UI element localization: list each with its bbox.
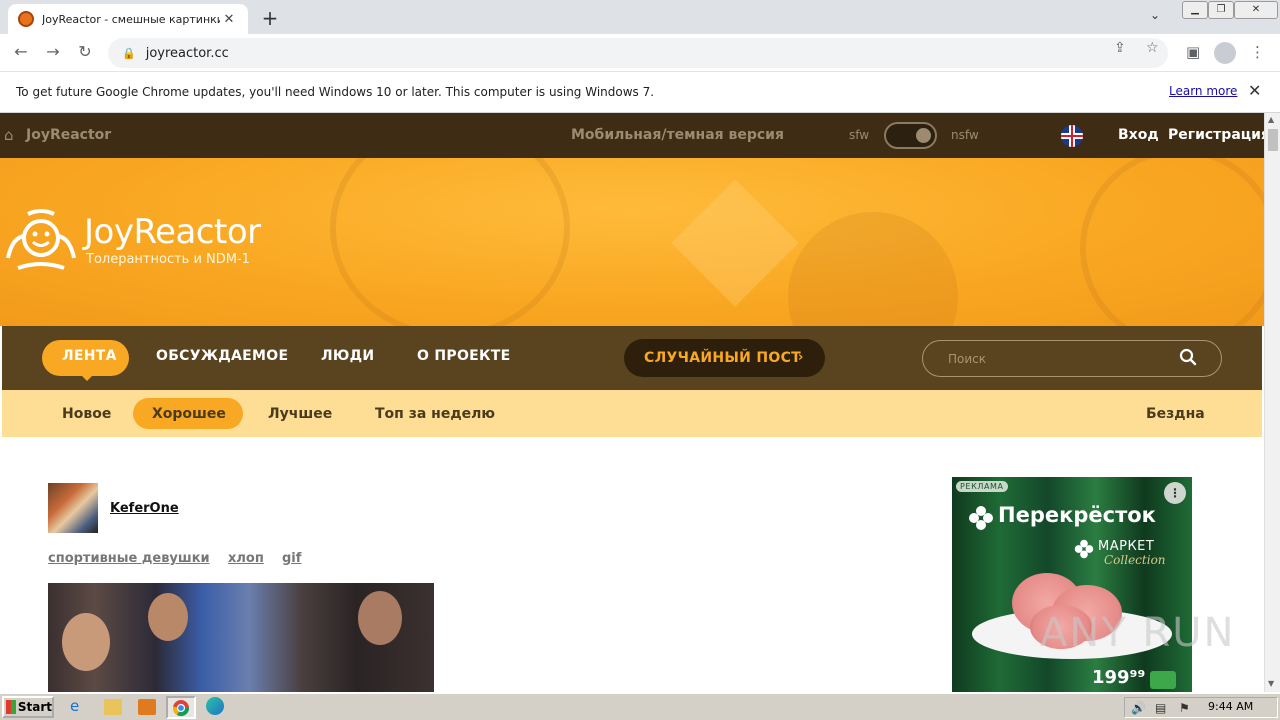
search-icon[interactable] (1179, 348, 1197, 366)
post-author-link[interactable]: KeferOne (110, 501, 179, 516)
register-link[interactable]: Регистрация (1168, 127, 1264, 143)
reload-icon[interactable]: ↻ (74, 42, 96, 61)
edge-icon[interactable] (206, 697, 224, 715)
anyrun-watermark: ANY RUN (1040, 610, 1236, 656)
minimize-window-button[interactable]: ▁ (1182, 1, 1208, 19)
sfw-label: sfw (849, 128, 870, 142)
start-label: Start (17, 700, 52, 714)
main-navigation: ЛЕНТА ОБСУЖДАЕМОЕ ЛЮДИ О ПРОЕКТЕ СЛУЧАЙН… (2, 326, 1262, 390)
learn-more-link[interactable]: Learn more (1169, 84, 1237, 98)
bookmark-star-icon[interactable]: ☆ (1146, 40, 1159, 56)
background-smiley-icon (330, 158, 570, 326)
background-radiation-icon (788, 212, 958, 326)
file-explorer-icon[interactable] (104, 699, 122, 715)
browser-tab[interactable]: JoyReactor - смешные картинки и ✕ (8, 4, 248, 34)
volume-icon[interactable]: 🔊 (1131, 701, 1146, 715)
site-header-banner: JoyReactor Толерантность и NDM-1 (0, 158, 1264, 326)
nav-discussed[interactable]: ОБСУЖДАЕМОЕ (156, 348, 288, 364)
advertisement-banner[interactable]: РЕКЛАМА ⋮ Перекрёсток МАРКЕТ Collection … (952, 477, 1192, 692)
address-bar[interactable]: 🔒 joyreactor.cc (108, 38, 1168, 68)
url-text[interactable]: joyreactor.cc (146, 46, 229, 61)
home-icon[interactable]: ⌂ (4, 126, 14, 144)
sub-navigation: Новое Хорошее Лучшее Топ за неделю Бездн… (2, 390, 1262, 437)
subnav-new[interactable]: Новое (62, 406, 111, 422)
chevron-right-icon[interactable]: › (798, 350, 803, 365)
infobar-close-icon[interactable]: ✕ (1248, 81, 1261, 100)
web-page: ⌂ JoyReactor Мобильная/темная версия sfw… (0, 113, 1264, 692)
windows-logo-icon (6, 700, 16, 714)
taskbar-clock[interactable]: 9:44 AM (1208, 700, 1253, 713)
browser-toolbar: ← → ↻ 🔒 joyreactor.cc ⇪ ☆ ▣ ⋮ (0, 34, 1280, 72)
subnav-top-week[interactable]: Топ за неделю (375, 406, 495, 422)
post-tag-sport-girls[interactable]: спортивные девушки (48, 551, 210, 566)
subnav-good[interactable]: Хорошее (152, 406, 226, 422)
nav-feed[interactable]: ЛЕНТА (62, 348, 117, 364)
ad-collection-text: Collection (1104, 553, 1166, 567)
forward-arrow-icon[interactable]: → (42, 42, 64, 61)
ad-brand-name: Перекрёсток (998, 503, 1156, 527)
nav-about[interactable]: О ПРОЕКТЕ (417, 348, 510, 364)
profile-avatar-icon[interactable] (1214, 42, 1236, 64)
site-logo-title[interactable]: JoyReactor (84, 212, 261, 252)
site-top-bar: ⌂ JoyReactor Мобильная/темная версия sfw… (0, 113, 1264, 158)
media-player-icon[interactable] (138, 699, 156, 715)
windows-taskbar: Start e 🔊 ▤ ⚑ 9:44 AM (0, 692, 1280, 720)
share-icon[interactable]: ⇪ (1114, 40, 1126, 56)
uk-flag-icon[interactable] (1061, 125, 1083, 147)
network-icon[interactable]: ▤ (1155, 701, 1166, 715)
login-link[interactable]: Вход (1118, 127, 1159, 143)
browser-tab-strip: JoyReactor - смешные картинки и ✕ + ⌄ ▁ … (0, 0, 1280, 34)
back-arrow-icon[interactable]: ← (10, 42, 32, 61)
tab-title: JoyReactor - смешные картинки и (42, 12, 220, 26)
update-infobar: To get future Google Chrome updates, you… (0, 72, 1280, 113)
background-troll-face-icon (1080, 158, 1264, 326)
joyreactor-favicon-icon (18, 11, 34, 27)
side-panel-icon[interactable]: ▣ (1186, 43, 1200, 61)
chrome-icon (172, 700, 190, 717)
chrome-taskbar-button[interactable] (166, 696, 196, 719)
market-clover-icon (1074, 539, 1094, 559)
avatar[interactable] (48, 483, 98, 533)
ad-options-icon[interactable]: ⋮ (1164, 482, 1186, 504)
scrollbar-thumb[interactable] (1268, 129, 1278, 151)
random-post-label[interactable]: СЛУЧАЙНЫЙ ПОСТ (644, 350, 801, 366)
kebab-menu-icon[interactable]: ⋮ (1250, 43, 1265, 61)
perekrestok-clover-icon (969, 506, 993, 530)
background-diamond-shape (671, 179, 799, 307)
subnav-best[interactable]: Лучшее (268, 406, 332, 422)
subnav-abyss[interactable]: Бездна (1146, 406, 1205, 422)
new-tab-button[interactable]: + (258, 6, 282, 30)
post-tag-clap[interactable]: хлоп (228, 551, 264, 566)
start-button[interactable]: Start (2, 696, 54, 718)
tab-close-icon[interactable]: ✕ (220, 12, 238, 27)
ad-label: РЕКЛАМА (956, 481, 1008, 492)
system-tray: 🔊 ▤ ⚑ (1124, 697, 1278, 718)
ad-product-badge (1150, 671, 1176, 689)
restore-window-button[interactable]: ❐ (1208, 1, 1234, 19)
scroll-down-arrow-icon[interactable]: ▼ (1268, 679, 1274, 688)
sfw-nsfw-toggle[interactable] (884, 122, 937, 149)
search-input[interactable] (948, 350, 1168, 368)
post-tag-gif[interactable]: gif (282, 551, 301, 566)
tab-search-chevron-icon[interactable]: ⌄ (1150, 8, 1160, 22)
biohazard-smiley-logo-icon[interactable] (4, 208, 78, 274)
lock-icon[interactable]: 🔒 (122, 47, 136, 60)
post-gif-image[interactable] (48, 583, 434, 692)
ad-price: 199⁹⁹ (1092, 667, 1146, 688)
site-tagline: Толерантность и NDM-1 (86, 252, 250, 267)
nsfw-label: nsfw (951, 128, 979, 142)
action-center-flag-icon[interactable]: ⚑ (1179, 701, 1190, 715)
page-scrollbar[interactable]: ▲ ▼ (1264, 113, 1280, 692)
mobile-dark-version-link[interactable]: Мобильная/темная версия (571, 127, 784, 143)
site-brand-link[interactable]: JoyReactor (26, 127, 111, 143)
internet-explorer-icon[interactable]: e (70, 697, 92, 717)
infobar-message: To get future Google Chrome updates, you… (16, 85, 655, 99)
close-window-button[interactable]: ✕ (1234, 1, 1278, 19)
ad-market-text: МАРКЕТ (1098, 539, 1155, 554)
toggle-knob (916, 128, 931, 143)
scroll-up-arrow-icon[interactable]: ▲ (1268, 115, 1274, 124)
nav-people[interactable]: ЛЮДИ (321, 348, 374, 364)
